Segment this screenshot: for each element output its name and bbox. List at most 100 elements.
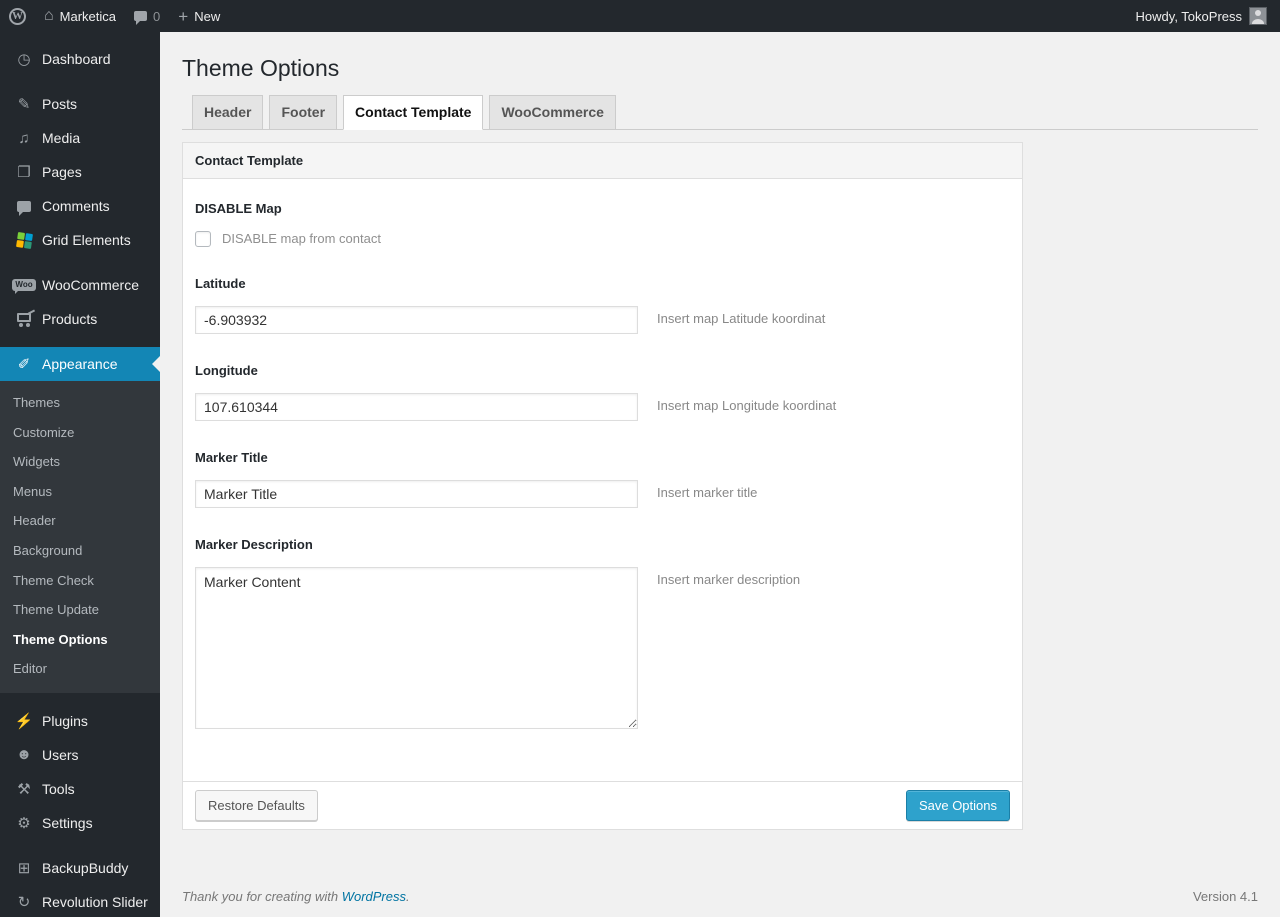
admin-sidebar: ◷ Dashboard ✎ Posts ♫ Media ❐ Pages Comm…	[0, 32, 160, 917]
longitude-input[interactable]	[195, 392, 638, 421]
field-marker-title: Marker Title Insert marker title	[195, 450, 1010, 508]
comments-menu[interactable]: 0	[125, 0, 169, 32]
submenu-item-themes[interactable]: Themes	[0, 388, 160, 418]
revolution-slider-icon: ↻	[17, 893, 31, 911]
sidebar-item-label: Dashboard	[42, 51, 111, 67]
tab-footer[interactable]: Footer	[269, 95, 338, 130]
panel-footer: Restore Defaults Save Options	[183, 780, 1022, 830]
wp-logo-menu[interactable]: W	[0, 0, 35, 32]
sidebar-item-plugins[interactable]: ⚡ Plugins	[0, 704, 160, 738]
backupbuddy-icon: ⊞	[17, 859, 31, 877]
submenu-item-editor[interactable]: Editor	[0, 654, 160, 684]
wordpress-link[interactable]: WordPress	[342, 889, 406, 904]
user-icon: ☻	[16, 746, 32, 764]
sidebar-item-label: Tools	[42, 780, 75, 797]
tab-header[interactable]: Header	[192, 95, 264, 130]
sidebar-item-grid-elements[interactable]: Grid Elements	[0, 223, 160, 257]
save-options-button[interactable]: Save Options	[905, 789, 1010, 822]
sidebar-item-backupbuddy[interactable]: ⊞ BackupBuddy	[0, 851, 160, 885]
sidebar-item-label: Plugins	[42, 712, 88, 729]
field-marker-description: Marker Description Marker Content Insert…	[195, 537, 1010, 729]
tab-contact-template[interactable]: Contact Template	[343, 95, 484, 130]
options-panel: Contact Template DISABLE Map DISABLE map…	[182, 141, 1023, 831]
submenu-item-theme-update[interactable]: Theme Update	[0, 595, 160, 625]
panel-header: Contact Template	[183, 142, 1022, 179]
site-name: Marketica	[59, 8, 117, 24]
sidebar-item-label: Revolution Slider	[42, 893, 148, 910]
submenu-item-menus[interactable]: Menus	[0, 477, 160, 507]
sidebar-item-label: Comments	[42, 198, 110, 214]
submenu-item-customize[interactable]: Customize	[0, 418, 160, 448]
new-content-menu[interactable]: + New	[169, 0, 229, 32]
sidebar-item-label: Products	[42, 311, 98, 327]
sidebar-item-label: WooCommerce	[42, 277, 139, 293]
howdy-text: Howdy, TokoPress	[1135, 8, 1242, 24]
sidebar-item-pages[interactable]: ❐ Pages	[0, 155, 160, 189]
sidebar-item-label: BackupBuddy	[42, 859, 129, 876]
field-label: Longitude	[195, 362, 258, 378]
footer-thanks-text: Thank you for creating with WordPress.	[182, 889, 410, 904]
checkbox-label: DISABLE map from contact	[222, 231, 381, 247]
sidebar-item-media[interactable]: ♫ Media	[0, 121, 160, 155]
disable-map-checkbox[interactable]	[195, 230, 211, 247]
sidebar-item-label: Users	[42, 746, 79, 763]
plus-icon: +	[178, 6, 189, 26]
restore-defaults-button[interactable]: Restore Defaults	[195, 789, 318, 822]
marker-title-input[interactable]	[195, 479, 638, 508]
submenu-item-theme-check[interactable]: Theme Check	[0, 566, 160, 596]
submenu-item-header[interactable]: Header	[0, 506, 160, 536]
sidebar-item-settings[interactable]: ⚙ Settings	[0, 806, 160, 840]
sidebar-item-revolution-slider[interactable]: ↻ Revolution Slider	[0, 885, 160, 917]
field-longitude: Longitude Insert map Longitude koordinat	[195, 363, 1010, 421]
tab-woocommerce[interactable]: WooCommerce	[489, 95, 616, 130]
plug-icon: ⚡	[14, 712, 34, 730]
sidebar-item-dashboard[interactable]: ◷ Dashboard	[0, 42, 160, 76]
thanks-prefix: Thank you for creating with	[182, 889, 342, 904]
latitude-input[interactable]	[195, 305, 638, 334]
settings-icon: ⚙	[17, 814, 31, 832]
sidebar-item-woocommerce[interactable]: Woo WooCommerce	[0, 268, 160, 302]
tools-icon: ⚒	[17, 780, 31, 798]
comment-bubble-icon	[134, 11, 148, 25]
account-menu[interactable]: Howdy, TokoPress	[1135, 7, 1280, 25]
sidebar-item-label: Posts	[42, 96, 78, 112]
main-content: Theme Options Header Footer Contact Temp…	[160, 32, 1280, 917]
page-title: Theme Options	[182, 55, 340, 81]
field-latitude: Latitude Insert map Latitude koordinat	[195, 276, 1010, 334]
woocommerce-icon: Woo	[12, 275, 36, 295]
sidebar-item-posts[interactable]: ✎ Posts	[0, 87, 160, 121]
comments-icon	[14, 196, 34, 216]
sidebar-item-label: Media	[42, 130, 81, 146]
pages-icon: ❐	[17, 164, 31, 181]
sidebar-item-tools[interactable]: ⚒ Tools	[0, 772, 160, 806]
sidebar-item-users[interactable]: ☻ Users	[0, 738, 160, 772]
submenu-item-background[interactable]: Background	[0, 536, 160, 566]
grid-elements-icon	[14, 230, 34, 250]
sidebar-item-label: Pages	[42, 164, 82, 180]
field-label: DISABLE Map	[195, 200, 282, 216]
field-disable-map: DISABLE Map DISABLE map from contact	[195, 201, 1010, 247]
new-label: New	[194, 8, 221, 24]
thanks-suffix: .	[406, 889, 410, 904]
field-help-text: Insert map Longitude koordinat	[657, 397, 837, 413]
sidebar-item-appearance[interactable]: ✐ Appearance	[0, 347, 160, 381]
pushpin-icon: ✎	[17, 96, 31, 113]
tab-bar: Header Footer Contact Template WooCommer…	[182, 95, 1258, 130]
sidebar-item-label: Grid Elements	[42, 232, 131, 248]
page-footer: Thank you for creating with WordPress. V…	[182, 889, 1258, 917]
wordpress-logo-icon: W	[9, 7, 26, 25]
submenu-item-theme-options[interactable]: Theme Options	[0, 625, 160, 655]
sidebar-item-comments[interactable]: Comments	[0, 189, 160, 223]
field-help-text: Insert marker title	[657, 484, 758, 500]
field-label: Marker Title	[195, 449, 268, 465]
dashboard-icon: ◷	[17, 51, 31, 68]
home-icon: ⌂	[44, 7, 54, 24]
media-icon: ♫	[18, 129, 30, 147]
sidebar-item-products[interactable]: Products	[0, 302, 160, 336]
site-menu[interactable]: ⌂ Marketica	[35, 0, 125, 32]
cart-icon	[14, 309, 34, 329]
field-help-text: Insert marker description	[657, 571, 801, 587]
field-help-text: Insert map Latitude koordinat	[657, 310, 826, 326]
marker-description-textarea[interactable]: Marker Content	[195, 566, 638, 729]
submenu-item-widgets[interactable]: Widgets	[0, 447, 160, 477]
